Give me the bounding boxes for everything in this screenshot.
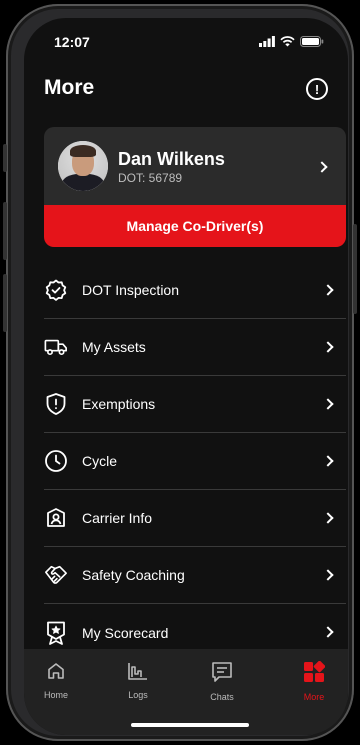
chevron-right-icon [322, 284, 334, 296]
menu-item-exemptions[interactable]: Exemptions [44, 376, 346, 433]
home-indicator[interactable] [131, 723, 249, 727]
shield-alert-icon [44, 392, 68, 416]
profile-dot-number: DOT: 56789 [118, 171, 183, 185]
menu-item-label: Safety Coaching [82, 567, 185, 583]
grid-icon [304, 660, 326, 682]
menu-item-dot-inspection[interactable]: DOT Inspection [44, 262, 346, 319]
wifi-icon [280, 36, 295, 47]
battery-icon [300, 36, 324, 47]
id-card-icon [44, 506, 68, 530]
manage-co-driver-button[interactable]: Manage Co-Driver(s) [44, 205, 346, 247]
phone-frame: 12:07 More ! Dan Wilkens DOT: 56789 Mana… [3, 4, 357, 741]
tab-label: Chats [210, 692, 234, 702]
menu-item-cycle[interactable]: Cycle [44, 433, 346, 490]
chevron-right-icon [322, 512, 334, 524]
chevron-right-icon [322, 398, 334, 410]
tab-label: Home [43, 690, 68, 700]
power-button [353, 224, 357, 314]
status-bar: 12:07 [24, 18, 348, 62]
chevron-right-icon [322, 341, 334, 353]
handshake-icon [44, 563, 68, 587]
award-icon [44, 621, 68, 645]
menu-item-label: Exemptions [82, 396, 156, 412]
menu-item-safety-coaching[interactable]: Safety Coaching [44, 547, 346, 604]
silent-switch [3, 144, 7, 172]
chat-icon [212, 662, 232, 682]
clock-icon [44, 449, 68, 473]
tab-chats[interactable]: Chats [192, 661, 252, 702]
menu-item-carrier-info[interactable]: Carrier Info [44, 490, 346, 547]
tab-logs[interactable]: Logs [108, 661, 168, 700]
menu-item-label: DOT Inspection [82, 282, 180, 298]
tab-label: Logs [128, 690, 148, 700]
chevron-right-icon [316, 161, 328, 173]
truck-icon [44, 335, 68, 359]
status-time: 12:07 [54, 34, 90, 50]
page-header: More ! [44, 76, 328, 106]
tab-label: More [303, 692, 325, 702]
status-icons [259, 36, 324, 47]
volume-down-button [3, 274, 7, 332]
menu-item-label: My Scorecard [82, 624, 169, 641]
menu-item-label: Cycle [82, 453, 118, 469]
menu-item-label: My Assets [82, 339, 146, 355]
screen: 12:07 More ! Dan Wilkens DOT: 56789 Mana… [24, 18, 348, 735]
page-title: More [44, 76, 95, 99]
avatar [58, 141, 108, 191]
menu-item-label: Carrier Info [82, 510, 153, 526]
signal-icon [259, 36, 275, 47]
chevron-right-icon [322, 626, 334, 638]
chevron-right-icon [322, 455, 334, 467]
menu-item-my-assets[interactable]: My Assets [44, 319, 346, 376]
profile-name: Dan Wilkens [118, 149, 225, 169]
profile-card[interactable]: Dan Wilkens DOT: 56789 [44, 127, 346, 205]
tab-home[interactable]: Home [26, 661, 86, 700]
info-icon[interactable]: ! [306, 78, 328, 100]
more-menu: DOT Inspection My Assets Exemptions Cycl… [44, 262, 346, 661]
badge-check-icon [44, 278, 68, 302]
bottom-tab-bar: Home Logs Chats More [24, 649, 348, 735]
chevron-right-icon [322, 569, 334, 581]
home-icon [48, 663, 64, 679]
tab-more[interactable]: More [284, 660, 344, 702]
volume-up-button [3, 202, 7, 260]
logs-chart-icon [128, 663, 147, 680]
